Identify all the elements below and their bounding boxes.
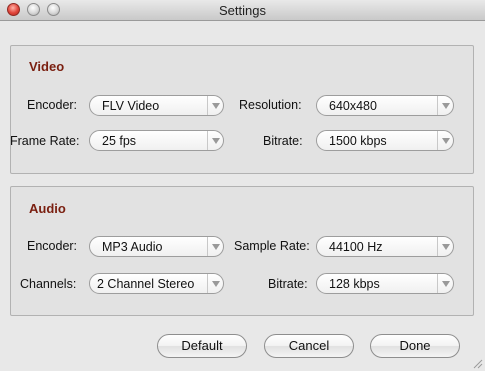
audio-group: Audio Encoder: MP3 Audio Sample Rate: 44… [10,186,474,316]
chevron-down-icon [207,274,223,293]
audio-bitrate-value: 128 kbps [329,277,380,291]
audio-channels-label: Channels: [20,277,77,291]
video-encoder-select[interactable]: FLV Video [89,95,224,116]
video-bitrate-label: Bitrate: [263,134,303,148]
resize-grip-icon[interactable] [471,357,483,369]
audio-sample-rate-label: Sample Rate: [234,239,310,253]
video-resolution-select[interactable]: 640x480 [316,95,454,116]
video-encoder-value: FLV Video [102,99,160,113]
audio-encoder-select[interactable]: MP3 Audio [89,236,224,257]
audio-bitrate-select[interactable]: 128 kbps [316,273,454,294]
video-group: Video Encoder: FLV Video Resolution: 640… [10,45,474,174]
audio-sample-rate-value: 44100 Hz [329,240,383,254]
audio-channels-select[interactable]: 2 Channel Stereo [89,273,224,294]
video-frame-rate-label: Frame Rate: [10,134,80,148]
audio-bitrate-label: Bitrate: [268,277,308,291]
settings-window: Settings Video Encoder: FLV Video Resolu… [0,0,485,371]
audio-heading: Audio [29,201,66,216]
video-resolution-value: 640x480 [329,99,377,113]
chevron-down-icon [437,274,453,293]
done-button[interactable]: Done [370,334,460,358]
default-button[interactable]: Default [157,334,247,358]
title-bar[interactable]: Settings [0,0,485,21]
window-title: Settings [219,3,266,18]
chevron-down-icon [437,237,453,256]
chevron-down-icon [207,96,223,115]
video-frame-rate-value: 25 fps [102,134,137,148]
chevron-down-icon [437,131,453,150]
audio-encoder-value: MP3 Audio [102,240,163,254]
video-resolution-label: Resolution: [239,98,302,112]
audio-sample-rate-select[interactable]: 44100 Hz [316,236,454,257]
video-frame-rate-select[interactable]: 25 fps [89,130,224,151]
cancel-button[interactable]: Cancel [264,334,354,358]
audio-encoder-label: Encoder: [27,239,78,253]
video-bitrate-select[interactable]: 1500 kbps [316,130,454,151]
video-heading: Video [29,59,65,74]
chevron-down-icon [437,96,453,115]
chevron-down-icon [207,131,223,150]
chevron-down-icon [207,237,223,256]
video-bitrate-value: 1500 kbps [329,134,387,148]
audio-channels-value: 2 Channel Stereo [97,277,195,291]
video-encoder-label: Encoder: [27,98,78,112]
